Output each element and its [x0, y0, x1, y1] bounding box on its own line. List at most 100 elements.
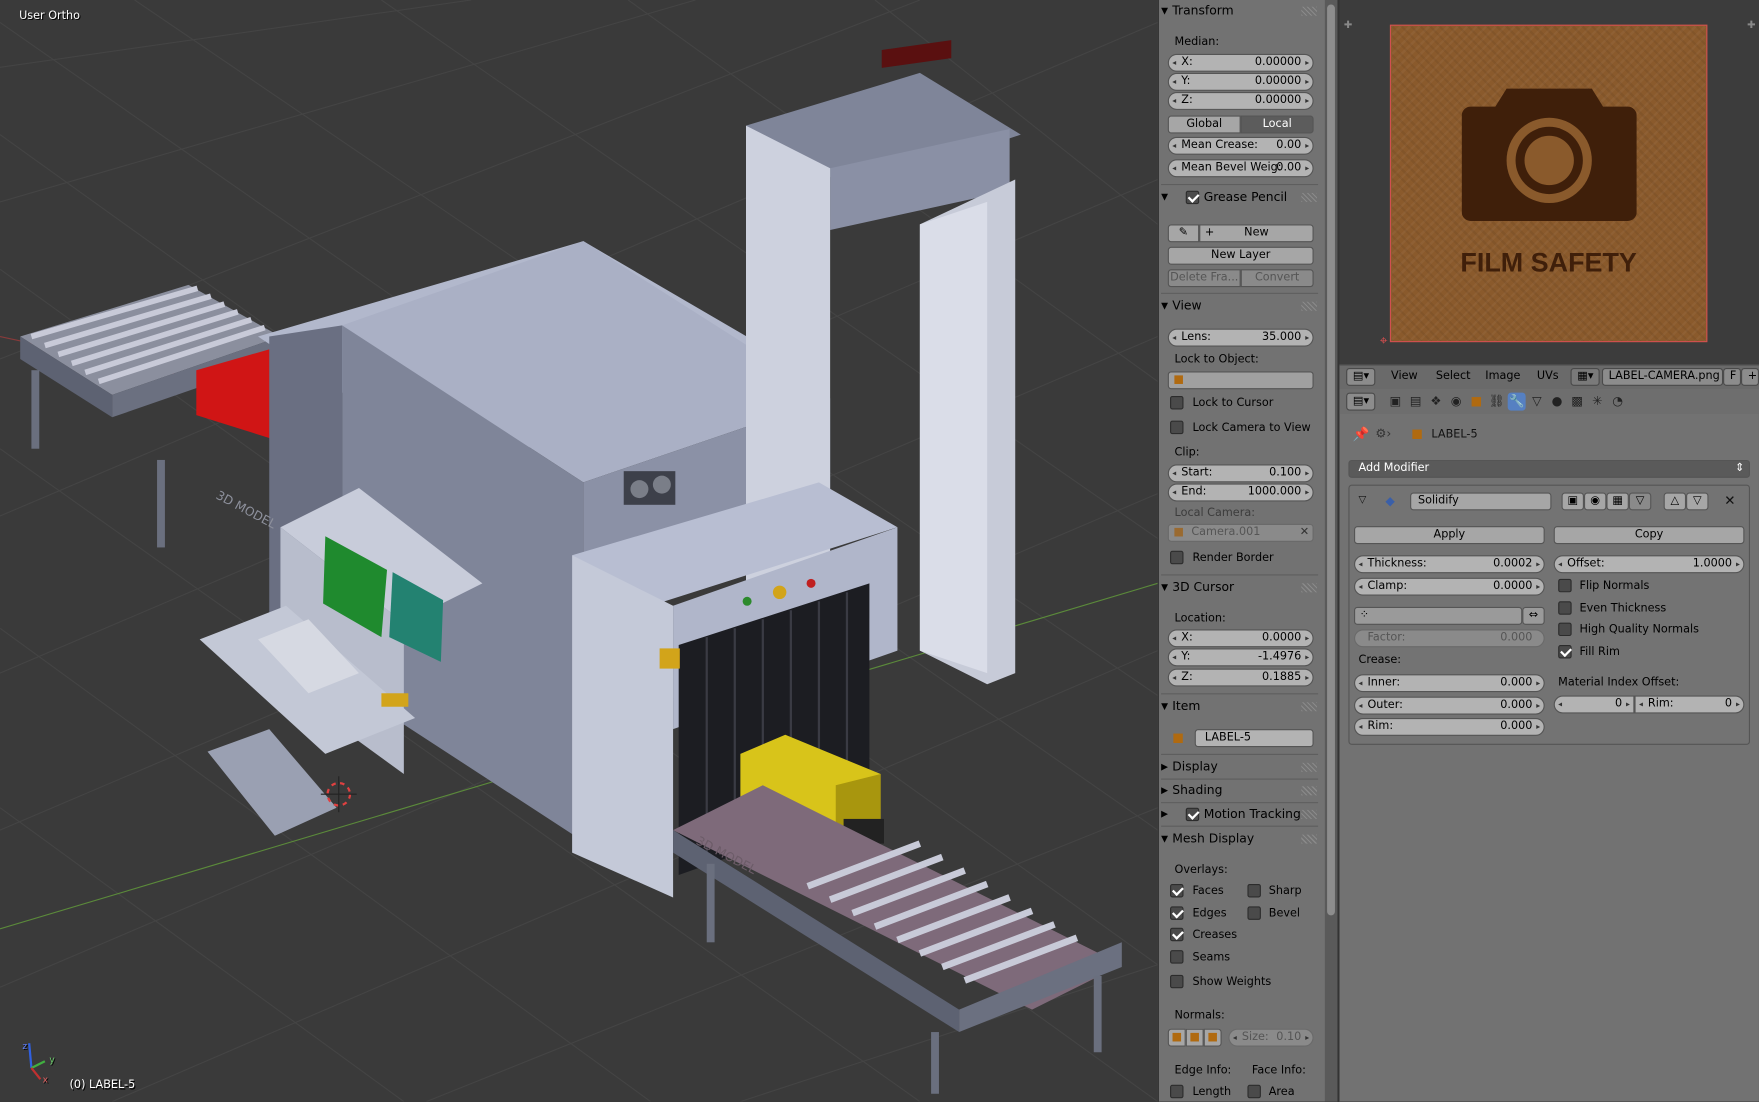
- copy-button[interactable]: Copy: [1553, 526, 1745, 545]
- new-layer-button[interactable]: New Layer: [1167, 246, 1314, 265]
- seams-checkbox[interactable]: [1170, 950, 1184, 964]
- pencil-icon[interactable]: ✎: [1167, 224, 1200, 243]
- panel-header-mesh-display[interactable]: ▼ Mesh Display: [1159, 828, 1322, 850]
- invert-vertex-group-icon[interactable]: ⇔: [1522, 606, 1545, 625]
- particles-tab-icon[interactable]: ✳: [1588, 393, 1606, 411]
- increment-arrow-icon[interactable]: ▸: [1305, 93, 1309, 109]
- decrement-arrow-icon[interactable]: ◂: [1172, 93, 1176, 109]
- image-browse-icon[interactable]: ▦▾: [1570, 367, 1600, 386]
- lock-object-field[interactable]: ■: [1167, 371, 1314, 390]
- uv-image-editor[interactable]: ✚ ✚ FILM SAFETY ⌖: [1339, 0, 1759, 365]
- decrement-arrow-icon[interactable]: ◂: [1358, 579, 1362, 595]
- drag-grip-icon[interactable]: [1301, 583, 1317, 593]
- grease-pencil-enable-checkbox[interactable]: [1185, 190, 1200, 205]
- decrement-arrow-icon[interactable]: ◂: [1172, 330, 1176, 346]
- decrement-arrow-icon[interactable]: ◂: [1172, 466, 1176, 482]
- editor-type-icon[interactable]: ▤▾: [1346, 367, 1376, 386]
- decrement-arrow-icon[interactable]: ◂: [1172, 650, 1176, 666]
- panel-header-grease-pencil[interactable]: ▼ Grease Pencil: [1159, 186, 1322, 208]
- increment-arrow-icon[interactable]: ▸: [1536, 579, 1540, 595]
- increment-arrow-icon[interactable]: ▸: [1305, 670, 1309, 686]
- apply-button[interactable]: Apply: [1354, 526, 1545, 545]
- constraints-tab-icon[interactable]: ⛓: [1488, 393, 1506, 411]
- decrement-arrow-icon[interactable]: ◂: [1358, 719, 1362, 735]
- area-corner-icon[interactable]: ✚: [1344, 20, 1352, 31]
- decrement-arrow-icon[interactable]: ◂: [1358, 556, 1362, 572]
- flip-normals-checkbox[interactable]: [1558, 578, 1572, 593]
- drag-grip-icon[interactable]: [1301, 702, 1317, 712]
- fill-rim-checkbox[interactable]: [1558, 645, 1572, 659]
- render-tab-icon[interactable]: ▣: [1387, 393, 1405, 411]
- lock-to-cursor-checkbox[interactable]: [1170, 395, 1184, 410]
- pin-icon[interactable]: 📌: [1353, 426, 1370, 442]
- face-normals-icon[interactable]: ■: [1203, 1028, 1222, 1047]
- lock-camera-checkbox[interactable]: [1170, 420, 1184, 435]
- clip-start-field[interactable]: ◂ Start: 0.100 ▸: [1167, 464, 1314, 483]
- median-x-field[interactable]: ◂ X: 0.00000 ▸: [1167, 53, 1314, 72]
- drag-grip-icon[interactable]: [1301, 834, 1317, 844]
- crease-outer-field[interactable]: ◂ Outer: 0.000 ▸: [1354, 696, 1545, 715]
- crease-rim-field[interactable]: ◂ Rim: 0.000 ▸: [1354, 717, 1545, 736]
- material-offset-field[interactable]: ◂ 0 ▸: [1553, 695, 1635, 714]
- increment-arrow-icon[interactable]: ▸: [1536, 719, 1540, 735]
- drag-grip-icon[interactable]: [1301, 192, 1317, 202]
- remove-modifier-icon[interactable]: ✕: [1724, 492, 1735, 508]
- drag-grip-icon[interactable]: [1301, 6, 1317, 16]
- drag-grip-icon[interactable]: [1301, 786, 1317, 796]
- grease-pencil-new-button[interactable]: + New: [1199, 224, 1314, 243]
- high-quality-normals-checkbox[interactable]: [1558, 622, 1572, 637]
- increment-arrow-icon[interactable]: ▸: [1305, 466, 1309, 482]
- data-tab-icon[interactable]: ▽: [1528, 393, 1546, 411]
- clip-end-field[interactable]: ◂ End: 1000.000 ▸: [1167, 483, 1314, 502]
- panel-scrollbar[interactable]: [1324, 0, 1338, 1102]
- render-border-checkbox[interactable]: [1170, 550, 1184, 565]
- drag-grip-icon[interactable]: [1301, 809, 1317, 819]
- faces-checkbox[interactable]: [1170, 883, 1184, 898]
- local-camera-field[interactable]: ■ Camera.001 ✕: [1167, 523, 1314, 542]
- local-toggle[interactable]: Local: [1240, 115, 1314, 134]
- scene-tab-icon[interactable]: ❖: [1427, 393, 1445, 411]
- decrement-arrow-icon[interactable]: ◂: [1172, 74, 1176, 90]
- delete-frame-button[interactable]: Delete Fra...: [1167, 269, 1241, 288]
- scrollbar-thumb[interactable]: [1327, 4, 1335, 916]
- decrement-arrow-icon[interactable]: ◂: [1558, 556, 1562, 572]
- increment-arrow-icon[interactable]: ▸: [1305, 138, 1309, 154]
- creases-checkbox[interactable]: [1170, 927, 1184, 942]
- edges-checkbox[interactable]: [1170, 906, 1184, 920]
- length-checkbox[interactable]: [1170, 1084, 1184, 1099]
- decrement-arrow-icon[interactable]: ◂: [1233, 1030, 1237, 1046]
- drag-grip-icon[interactable]: [1301, 762, 1317, 772]
- thickness-field[interactable]: ◂ Thickness: 0.0002 ▸: [1354, 555, 1545, 574]
- panel-header-motion-tracking[interactable]: ▶ Motion Tracking: [1159, 803, 1322, 825]
- normals-size-field[interactable]: ◂ Size: 0.10 ▸: [1228, 1028, 1314, 1047]
- decrement-arrow-icon[interactable]: ◂: [1172, 630, 1176, 646]
- vertex-normals-icon[interactable]: ■: [1167, 1028, 1186, 1047]
- layers-tab-icon[interactable]: ▤: [1407, 393, 1425, 411]
- increment-arrow-icon[interactable]: ▸: [1536, 675, 1540, 691]
- menu-image[interactable]: Image: [1485, 370, 1520, 382]
- increment-arrow-icon[interactable]: ▸: [1305, 160, 1309, 176]
- decrement-arrow-icon[interactable]: ◂: [1639, 697, 1643, 713]
- viewport-toggle-icon[interactable]: ◉: [1583, 492, 1607, 511]
- increment-arrow-icon[interactable]: ▸: [1305, 74, 1309, 90]
- modifier-name-field[interactable]: Solidify: [1410, 492, 1552, 511]
- mean-crease-field[interactable]: ◂ Mean Crease: 0.00 ▸: [1167, 136, 1314, 155]
- decrement-arrow-icon[interactable]: ◂: [1358, 698, 1362, 714]
- panel-header-3d-cursor[interactable]: ▼ 3D Cursor: [1159, 577, 1322, 599]
- offset-field[interactable]: ◂ Offset: 1.0000 ▸: [1553, 555, 1745, 574]
- increment-arrow-icon[interactable]: ▸: [1536, 698, 1540, 714]
- menu-view[interactable]: View: [1391, 370, 1418, 382]
- increment-arrow-icon[interactable]: ▸: [1736, 697, 1740, 713]
- menu-uvs[interactable]: UVs: [1537, 370, 1559, 382]
- texture-tab-icon[interactable]: ▩: [1568, 393, 1586, 411]
- fake-user-button[interactable]: F: [1723, 367, 1742, 386]
- world-tab-icon[interactable]: ◉: [1447, 393, 1465, 411]
- menu-select[interactable]: Select: [1436, 370, 1471, 382]
- decrement-arrow-icon[interactable]: ◂: [1172, 485, 1176, 501]
- panel-header-view[interactable]: ▼ View: [1159, 295, 1322, 317]
- global-toggle[interactable]: Global: [1167, 115, 1241, 134]
- physics-tab-icon[interactable]: ◔: [1609, 393, 1627, 411]
- even-thickness-checkbox[interactable]: [1558, 601, 1572, 615]
- material-rim-offset-field[interactable]: ◂ Rim: 0 ▸: [1634, 695, 1745, 714]
- panel-header-item[interactable]: ▼ Item: [1159, 696, 1322, 718]
